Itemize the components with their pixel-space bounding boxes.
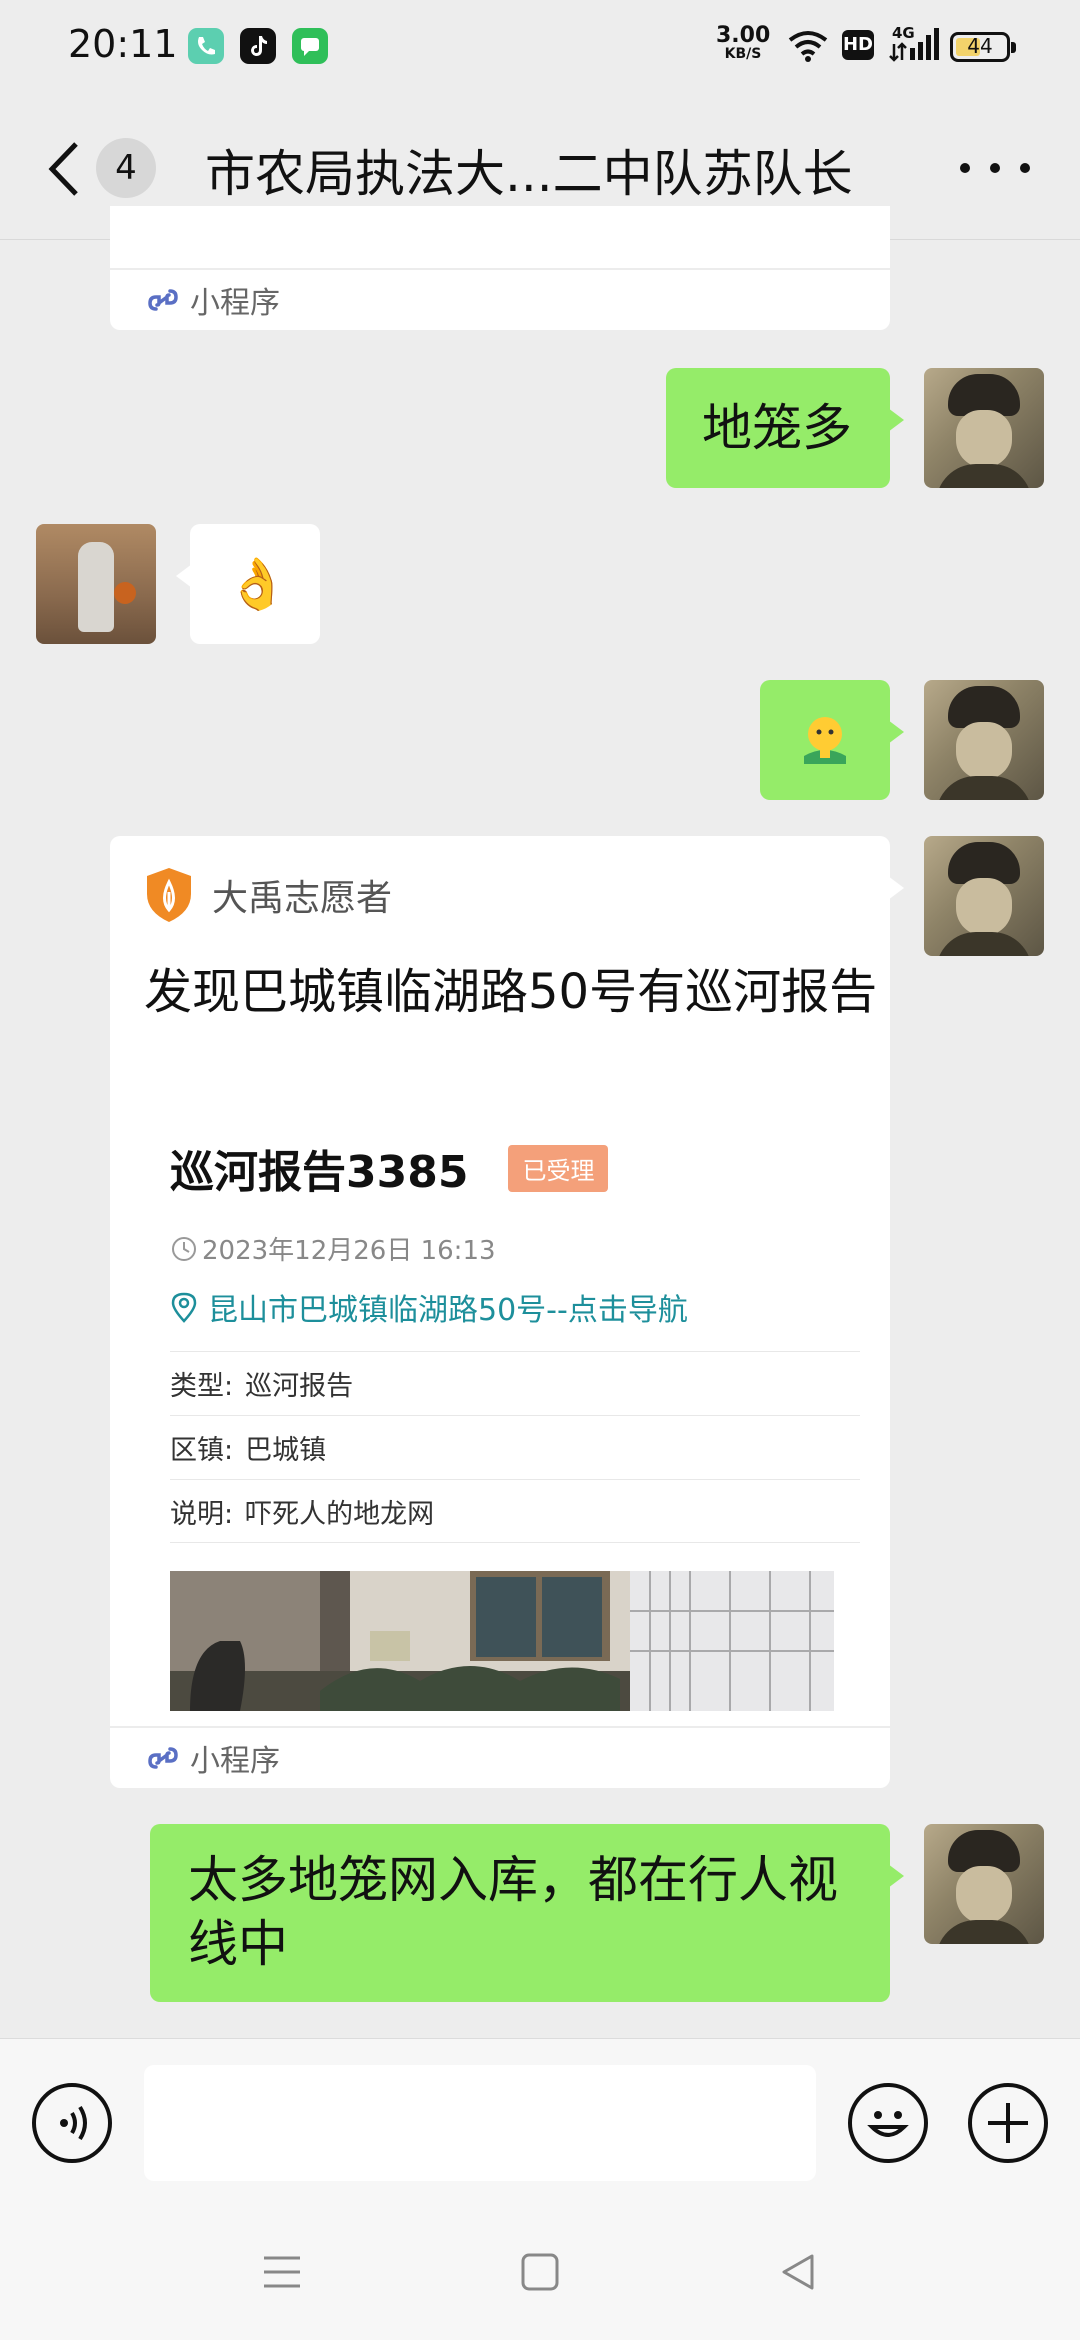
received-message-bubble[interactable]: 👌 (176, 524, 320, 644)
card-title: 发现巴城镇临湖路50号有巡河报告 (144, 964, 878, 1020)
card-source: 大禹志愿者 (144, 866, 392, 924)
report-row-description: 说明: 吓死人的地龙网 (170, 1479, 860, 1543)
mini-program-icon (148, 289, 178, 311)
more-dot-icon (960, 163, 970, 173)
self-avatar[interactable] (924, 368, 1044, 488)
self-avatar[interactable] (924, 1824, 1044, 1944)
message-text: 太多地笼网入库，都在行人视线中 (188, 1851, 838, 1973)
messages-app-icon (292, 28, 328, 64)
emoji-button[interactable] (848, 2083, 928, 2163)
status-bar: 20:11 3.00 KB/S HD 4G 44 (0, 0, 1080, 96)
mini-program-icon (148, 1747, 178, 1769)
more-functions-button[interactable] (968, 2083, 1048, 2163)
message-text: 地笼多 (702, 399, 852, 457)
plus-icon (988, 2103, 1028, 2143)
sent-message-bubble[interactable]: 地笼多 (666, 368, 904, 488)
report-preview: 巡河报告3385 已受理 2023年12月26日 16:13 昆山市巴城镇临湖路… (170, 1136, 860, 1543)
network-type-label: 4G (892, 24, 915, 42)
mini-program-label: 小程序 (190, 286, 280, 321)
row-value: 巡河报告 (245, 1371, 354, 1402)
row-value: 巴城镇 (245, 1435, 327, 1466)
status-time: 20:11 (68, 22, 178, 66)
report-time-text: 2023年12月26日 16:13 (202, 1236, 496, 1266)
home-nav-button[interactable] (520, 2252, 560, 2296)
report-time: 2023年12月26日 16:13 (170, 1230, 860, 1267)
chat-input-bar (0, 2038, 1080, 2198)
ok-hand-emoji: 👌 (226, 555, 289, 613)
report-id: 巡河报告3385 (170, 1147, 469, 1198)
phone-app-icon (188, 28, 224, 64)
clock-icon (172, 1236, 196, 1261)
signal-icon: 4G (888, 24, 940, 68)
system-nav-bar (0, 2198, 1080, 2340)
sent-message-bubble[interactable] (760, 680, 904, 800)
status-badge: 已受理 (508, 1144, 609, 1192)
network-speed: 3.00 KB/S (716, 23, 771, 63)
chevron-left-icon (48, 142, 78, 196)
card-source-name: 大禹志愿者 (212, 878, 393, 919)
mini-program-card[interactable]: 大禹志愿者 发现巴城镇临湖路50号有巡河报告 巡河报告3385 已受理 2023… (110, 836, 904, 1788)
voice-icon (60, 2105, 87, 2141)
self-avatar[interactable] (924, 680, 1044, 800)
report-row-district: 区镇: 巴城镇 (170, 1415, 860, 1479)
location-pin-icon (171, 1292, 197, 1323)
row-label: 区镇: (170, 1435, 234, 1466)
hamburger-icon (264, 2256, 300, 2288)
report-photo (170, 1571, 834, 1711)
wifi-icon (786, 28, 830, 68)
more-dot-icon (1020, 163, 1030, 173)
chat-title: 市农局执法大...二中队苏队长 (205, 145, 853, 203)
smiley-icon (867, 2111, 909, 2137)
melting-emoji (796, 712, 854, 768)
report-row-type: 类型: 巡河报告 (170, 1351, 860, 1415)
back-nav-button[interactable] (778, 2252, 818, 2296)
mini-program-footer: 小程序 (110, 1726, 890, 1788)
triangle-back-icon (782, 2254, 814, 2290)
sent-message-bubble[interactable]: 太多地笼网入库，都在行人视线中 (150, 1824, 904, 2002)
row-value: 吓死人的地龙网 (245, 1498, 435, 1530)
square-icon (521, 2253, 559, 2291)
row-label: 类型: (170, 1371, 234, 1402)
battery-icon: 44 (950, 32, 1016, 62)
unread-count-badge[interactable]: 4 (96, 138, 156, 198)
report-location-text: 昆山市巴城镇临湖路50号--点击导航 (208, 1293, 688, 1328)
row-label: 说明: (170, 1498, 234, 1530)
hd-icon: HD (842, 30, 874, 60)
report-location: 昆山市巴城镇临湖路50号--点击导航 (170, 1285, 860, 1329)
tiktok-app-icon (240, 28, 276, 64)
menu-nav-button[interactable] (262, 2252, 302, 2296)
message-input[interactable] (144, 2065, 816, 2181)
mini-program-footer: 小程序 (110, 268, 890, 330)
mini-program-label: 小程序 (190, 1744, 280, 1779)
speed-unit: KB/S (724, 46, 762, 62)
contact-avatar[interactable] (36, 524, 156, 644)
more-options-button[interactable] (960, 148, 1030, 188)
speed-value: 3.00 (716, 23, 771, 48)
self-avatar[interactable] (924, 836, 1044, 956)
mini-program-card-partial[interactable]: 小程序 (110, 206, 890, 330)
more-dot-icon (990, 163, 1000, 173)
back-button[interactable] (40, 136, 90, 202)
voice-input-button[interactable] (32, 2083, 112, 2163)
battery-level: 44 (967, 34, 993, 58)
volunteer-shield-icon (147, 868, 191, 922)
